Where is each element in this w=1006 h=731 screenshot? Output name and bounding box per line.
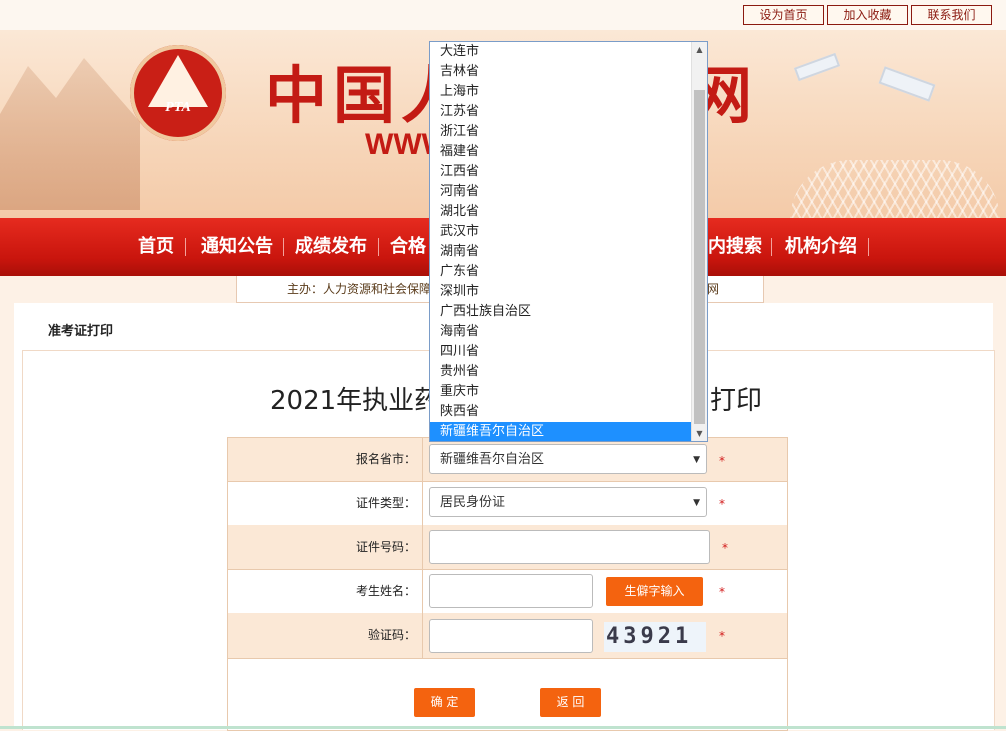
dropdown-option[interactable]: 江西省	[430, 162, 692, 182]
form-row-idnum: 证件号码： *	[228, 525, 787, 570]
contact-us-link[interactable]: 联系我们	[911, 5, 992, 25]
dropdown-option[interactable]: 湖北省	[430, 202, 692, 222]
scroll-down-icon[interactable]: ▼	[692, 426, 707, 441]
host-label: 主办：人力资源和社会保障	[287, 282, 432, 296]
dropdown-option[interactable]: 江苏省	[430, 102, 692, 122]
idnum-input[interactable]	[429, 530, 710, 564]
dropdown-option[interactable]: 贵州省	[430, 362, 692, 382]
form-row-idtype: 证件类型： 居民身份证 ▼ *	[228, 481, 787, 526]
scroll-up-icon[interactable]: ▲	[692, 42, 707, 57]
dropdown-option[interactable]: 广东省	[430, 262, 692, 282]
form-row-province: 报名省市： 新疆维吾尔自治区 ▼ *	[228, 438, 787, 482]
page-title-right: 打印	[710, 386, 763, 416]
add-favorite-link[interactable]: 加入收藏	[827, 5, 908, 25]
required-mark: *	[719, 497, 725, 511]
dropdown-option[interactable]: 海南省	[430, 322, 692, 342]
captcha-input[interactable]	[429, 619, 593, 653]
page-title-left: 2021年执业药	[270, 386, 441, 416]
rare-char-button[interactable]: 生僻字输入	[606, 577, 703, 606]
nav-results[interactable]: 成绩发布	[295, 218, 367, 276]
form-row-name: 考生姓名： 生僻字输入 *	[228, 569, 787, 614]
dropdown-option[interactable]: 湖南省	[430, 242, 692, 262]
nav-qualified[interactable]: 合格	[390, 218, 426, 276]
spacecraft-icon	[878, 66, 936, 102]
idtype-label: 证件类型：	[228, 481, 423, 525]
dropdown-option[interactable]: 上海市	[430, 82, 692, 102]
name-label: 考生姓名：	[228, 569, 423, 613]
required-mark: *	[722, 541, 728, 555]
nav-home[interactable]: 首页	[138, 218, 174, 276]
dropdown-option[interactable]: 大连市	[430, 42, 692, 62]
admission-form: 报名省市： 新疆维吾尔自治区 ▼ * 证件类型： 居民身份证 ▼ * 证件号码：…	[227, 437, 788, 731]
province-label: 报名省市：	[228, 438, 423, 481]
top-bar: 设为首页 加入收藏 联系我们	[0, 0, 1006, 30]
chevron-down-icon: ▼	[693, 455, 700, 465]
dropdown-option[interactable]: 广西壮族自治区	[430, 302, 692, 322]
captcha-image[interactable]: 43921	[604, 622, 706, 652]
dropdown-option[interactable]: 吉林省	[430, 62, 692, 82]
nav-site-search[interactable]: 内搜索	[708, 218, 762, 276]
chevron-down-icon: ▼	[693, 498, 700, 508]
dropdown-option[interactable]: 陕西省	[430, 402, 692, 422]
set-homepage-link[interactable]: 设为首页	[743, 5, 824, 25]
required-mark: *	[719, 629, 725, 643]
great-wall-image	[0, 58, 140, 210]
scroll-thumb[interactable]	[694, 90, 705, 424]
province-select[interactable]: 新疆维吾尔自治区 ▼	[429, 444, 707, 474]
breadcrumb: 准考证打印	[48, 324, 114, 339]
pta-logo: PTA	[130, 45, 226, 141]
dropdown-option[interactable]: 新疆维吾尔自治区	[430, 422, 692, 441]
province-dropdown-list[interactable]: 大连市 吉林省 上海市 江苏省 浙江省 福建省 江西省 河南省 湖北省 武汉市 湖南省 广东省 深圳市广…	[429, 41, 708, 442]
idtype-select[interactable]: 居民身份证 ▼	[429, 487, 707, 517]
nav-notices[interactable]: 通知公告	[201, 218, 273, 276]
dropdown-option[interactable]: 重庆市	[430, 382, 692, 402]
required-mark: *	[719, 585, 725, 599]
dropdown-option[interactable]: 深圳市	[430, 282, 692, 302]
dropdown-option[interactable]: 浙江省	[430, 122, 692, 142]
dropdown-option[interactable]: 武汉市	[430, 222, 692, 242]
host-suffix: 网	[707, 282, 720, 296]
back-button[interactable]: 返 回	[540, 688, 601, 717]
dropdown-option[interactable]: 福建省	[430, 142, 692, 162]
required-mark: *	[719, 454, 725, 468]
birds-nest-image	[790, 160, 1000, 220]
dropdown-scrollbar[interactable]: ▲ ▼	[691, 42, 707, 441]
nav-about[interactable]: 机构介绍	[785, 218, 857, 276]
captcha-label: 验证码：	[228, 613, 423, 658]
confirm-button[interactable]: 确 定	[414, 688, 475, 717]
satellite-icon	[793, 52, 841, 82]
idnum-label: 证件号码：	[228, 525, 423, 569]
dropdown-option[interactable]: 四川省	[430, 342, 692, 362]
name-input[interactable]	[429, 574, 593, 608]
dropdown-option[interactable]: 河南省	[430, 182, 692, 202]
